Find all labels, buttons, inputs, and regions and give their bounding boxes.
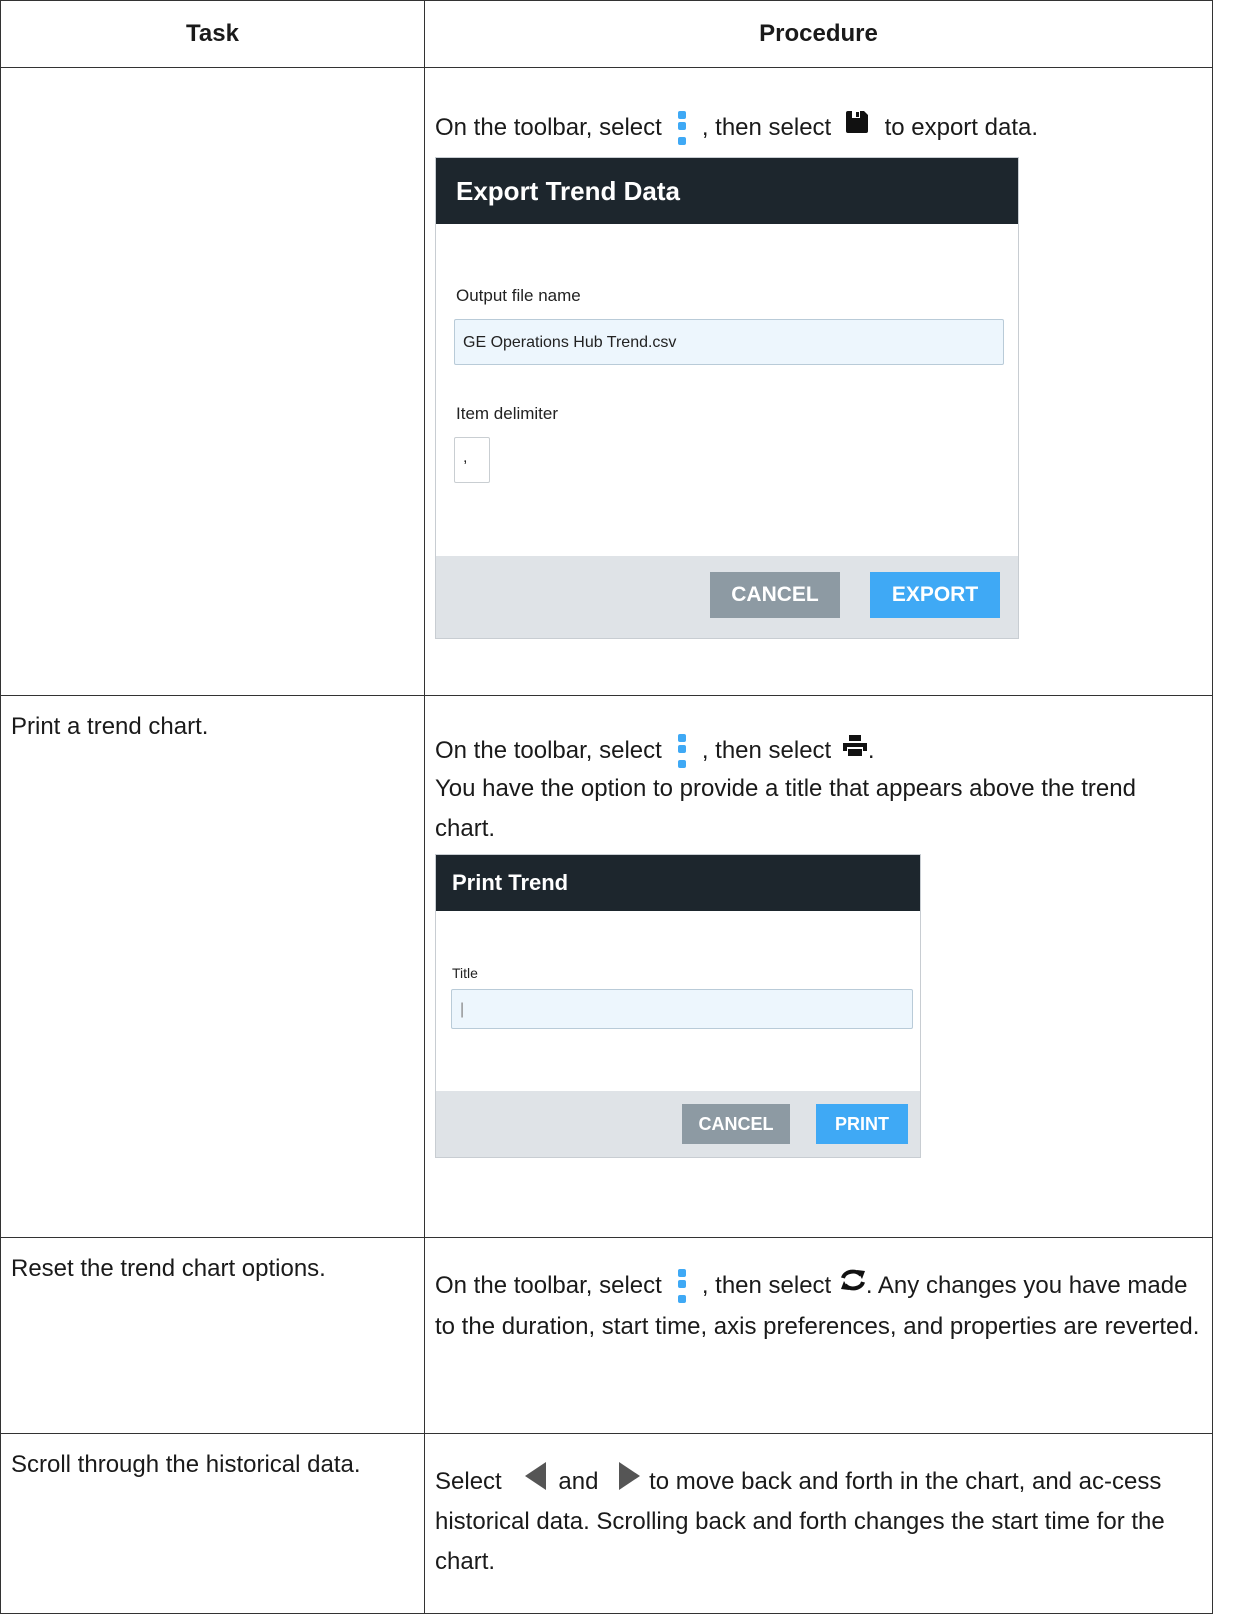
procedure-text: On the toolbar, select, then select . An… xyxy=(435,1266,1202,1347)
title-label: Title xyxy=(452,964,478,981)
task-procedure-table: Task Procedure On the toolbar, select, t… xyxy=(0,0,1213,1614)
procedure-text-part: to export data. xyxy=(884,114,1039,141)
kebab-menu-icon xyxy=(676,1267,686,1307)
procedure-text-part: On the toolbar, select xyxy=(435,114,662,141)
right-arrow-icon xyxy=(619,1461,641,1490)
task-cell: Reset the trend chart options. xyxy=(0,1237,425,1434)
procedure-text-part: , then select xyxy=(701,1272,832,1299)
dialog-title: Print Trend xyxy=(436,854,920,911)
procedure-text-part: and xyxy=(558,1468,599,1495)
procedure-cell: On the toolbar, select , then select to e… xyxy=(424,67,1213,696)
output-file-name-label: Output file name xyxy=(456,285,581,305)
dialog-footer: CANCEL PRINT xyxy=(436,1090,920,1157)
procedure-cell: Select and to move back and forth in the… xyxy=(424,1433,1213,1614)
table-row: Scroll through the historical data. Sele… xyxy=(0,1433,1213,1614)
task-cell xyxy=(0,67,425,696)
left-arrow-icon xyxy=(524,1461,547,1490)
refresh-icon xyxy=(840,1269,866,1292)
table-row: On the toolbar, select , then select to e… xyxy=(0,67,1213,696)
dialog-title: Export Trend Data xyxy=(436,157,1018,224)
export-button[interactable]: EXPORT xyxy=(870,571,1000,618)
cancel-button[interactable]: CANCEL xyxy=(682,1103,790,1144)
column-header-task: Task xyxy=(0,0,425,68)
output-file-name-input[interactable]: GE Operations Hub Trend.csv xyxy=(454,318,1004,365)
procedure-cell: On the toolbar, select, then select . An… xyxy=(424,1237,1213,1434)
procedure-text-part: On the toolbar, select xyxy=(435,737,662,764)
procedure-text: On the toolbar, select , then select . xyxy=(435,731,1202,772)
dialog-footer: CANCEL EXPORT xyxy=(436,555,1018,638)
procedure-text-part: On the toolbar, select xyxy=(435,1272,662,1299)
table-row: Reset the trend chart options. On the to… xyxy=(0,1237,1213,1434)
print-trend-dialog: Print Trend Title | CANCEL PRINT xyxy=(435,853,921,1158)
task-cell: Scroll through the historical data. xyxy=(0,1433,425,1614)
kebab-menu-icon xyxy=(676,732,686,772)
item-delimiter-input[interactable]: , xyxy=(454,436,490,483)
title-input[interactable]: | xyxy=(451,988,913,1029)
table-row: Print a trend chart. On the toolbar, sel… xyxy=(0,695,1213,1238)
table-header-row: Task Procedure xyxy=(0,0,1213,68)
kebab-menu-icon xyxy=(676,109,686,149)
save-disk-icon xyxy=(844,110,870,135)
printer-icon xyxy=(842,734,868,758)
print-button[interactable]: PRINT xyxy=(816,1103,908,1144)
cancel-button[interactable]: CANCEL xyxy=(710,571,840,618)
procedure-text: Select and to move back and forth in the… xyxy=(435,1461,1202,1582)
procedure-text: On the toolbar, select , then select to e… xyxy=(435,108,1202,149)
task-cell: Print a trend chart. xyxy=(0,695,425,1238)
procedure-text-part: Select xyxy=(435,1468,502,1495)
procedure-text-part: , then select xyxy=(701,114,832,141)
export-trend-data-dialog: Export Trend Data Output file name GE Op… xyxy=(435,156,1019,639)
item-delimiter-label: Item delimiter xyxy=(456,403,559,423)
procedure-note: You have the option to provide a title t… xyxy=(435,774,1136,842)
procedure-text-part: , then select xyxy=(701,737,832,764)
column-header-procedure: Procedure xyxy=(424,0,1213,68)
procedure-cell: On the toolbar, select , then select . Yo… xyxy=(424,695,1213,1238)
procedure-text-part: . xyxy=(867,737,875,764)
